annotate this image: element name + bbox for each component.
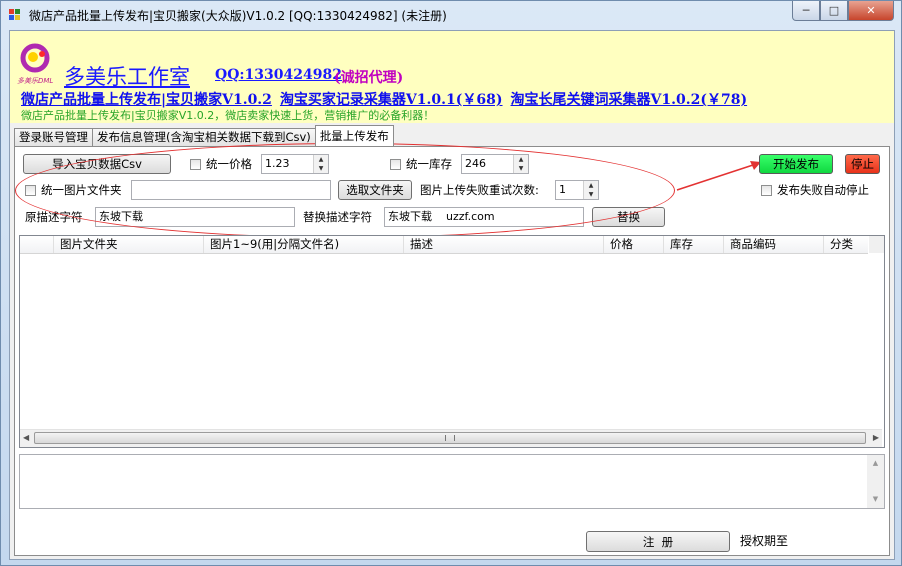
- spin-down-icon[interactable]: ▼: [514, 164, 528, 173]
- scroll-grip-icon: [445, 435, 455, 441]
- orig-desc-input[interactable]: 东坡下载: [95, 207, 295, 227]
- grid-col-price[interactable]: 价格: [604, 236, 664, 253]
- spinner-arrows[interactable]: ▲ ▼: [583, 181, 598, 199]
- tab-strip: 登录账号管理 发布信息管理(含淘宝相关数据下载到Csv) 批量上传发布: [14, 125, 394, 146]
- title-bar[interactable]: 微店产品批量上传发布|宝贝搬家(大众版)V1.0.2 [QQ:133042498…: [1, 1, 901, 29]
- studio-logo: 多美乐DML: [16, 43, 54, 87]
- banner: 多美乐DML 多美乐工作室 QQ:1330424982 (诚招代理) 微店产品批…: [10, 31, 894, 123]
- scroll-left-icon[interactable]: ◀: [23, 433, 29, 442]
- grid-header-rowselector: [20, 236, 54, 253]
- spinner-arrows[interactable]: ▲ ▼: [513, 155, 528, 173]
- client-area: 多美乐DML 多美乐工作室 QQ:1330424982 (诚招代理) 微店产品批…: [9, 30, 895, 560]
- retry-label: 图片上传失败重试次数:: [420, 183, 539, 197]
- unify-price-label: 统一价格: [206, 157, 252, 171]
- unify-price-stepper[interactable]: 1.23 ▲ ▼: [261, 154, 329, 174]
- unify-stock-label: 统一库存: [406, 157, 452, 171]
- register-button[interactable]: 注 册: [586, 531, 730, 552]
- maximize-icon[interactable]: □: [820, 1, 848, 21]
- orig-desc-label: 原描述字符: [25, 210, 83, 224]
- scroll-right-icon[interactable]: ▶: [873, 433, 879, 442]
- log-scrollbar[interactable]: ▲ ▼: [867, 455, 884, 508]
- retry-stepper[interactable]: 1 ▲ ▼: [555, 180, 599, 200]
- checkbox-box[interactable]: [25, 184, 36, 196]
- scroll-down-icon[interactable]: ▼: [867, 495, 884, 503]
- window-title: 微店产品批量上传发布|宝贝搬家(大众版)V1.0.2 [QQ:133042498…: [29, 9, 447, 23]
- grid-col-image-folder[interactable]: 图片文件夹: [54, 236, 204, 253]
- unify-price-checkbox[interactable]: 统一价格: [190, 154, 252, 174]
- qq-link[interactable]: QQ:1330424982: [215, 67, 342, 83]
- grid-col-images[interactable]: 图片1~9(用|分隔文件名): [204, 236, 404, 253]
- select-folder-button[interactable]: 选取文件夹: [338, 180, 412, 200]
- unify-stock-checkbox[interactable]: 统一库存: [390, 154, 452, 174]
- spin-up-icon[interactable]: ▲: [584, 181, 598, 190]
- auto-stop-label: 发布失败自动停止: [777, 183, 869, 197]
- spinner-arrows[interactable]: ▲ ▼: [313, 155, 328, 173]
- scroll-up-icon[interactable]: ▲: [867, 459, 884, 467]
- stop-button[interactable]: 停止: [845, 154, 880, 174]
- unify-stock-stepper[interactable]: 246 ▲ ▼: [461, 154, 529, 174]
- product-grid[interactable]: 图片文件夹 图片1~9(用|分隔文件名) 描述 价格 库存 商品编码 分类 ◀ …: [19, 235, 885, 448]
- replace-desc-input[interactable]: 东坡下载 uzzf.com: [384, 207, 584, 227]
- license-expiry-label: 授权期至: [740, 534, 789, 548]
- import-csv-button[interactable]: 导入宝贝数据Csv: [23, 154, 171, 174]
- minimize-icon[interactable]: ─: [792, 1, 820, 21]
- window-controls: ─ □ ✕: [792, 1, 894, 21]
- link-weidian-uploader[interactable]: 微店产品批量上传发布|宝贝搬家V1.0.2: [21, 89, 272, 109]
- grid-col-stock[interactable]: 库存: [664, 236, 724, 253]
- replace-button[interactable]: 替换: [592, 207, 665, 227]
- link-buyer-collector[interactable]: 淘宝买家记录采集器V1.0.1(￥68): [280, 89, 503, 109]
- checkbox-box[interactable]: [190, 158, 201, 170]
- log-textarea[interactable]: ▲ ▼: [19, 454, 885, 509]
- scroll-thumb[interactable]: [34, 432, 866, 444]
- link-keyword-collector[interactable]: 淘宝长尾关键词采集器V1.0.2(￥78): [511, 89, 748, 109]
- tab-publish-info[interactable]: 发布信息管理(含淘宝相关数据下载到Csv): [92, 128, 316, 146]
- spin-up-icon[interactable]: ▲: [314, 155, 328, 164]
- unify-image-folder-label: 统一图片文件夹: [41, 183, 122, 197]
- checkbox-box[interactable]: [390, 158, 401, 170]
- auto-stop-checkbox[interactable]: 发布失败自动停止: [761, 180, 869, 200]
- replace-desc-label: 替换描述字符: [303, 210, 372, 224]
- unify-stock-value: 246: [465, 157, 486, 170]
- studio-name[interactable]: 多美乐工作室: [64, 61, 190, 91]
- batch-upload-panel: 导入宝贝数据Csv 统一价格 1.23 ▲ ▼ 统一库存 246 ▲ ▼ 统一图…: [14, 143, 890, 556]
- retry-value: 1: [559, 183, 566, 196]
- grid-col-description[interactable]: 描述: [404, 236, 604, 253]
- product-links: 微店产品批量上传发布|宝贝搬家V1.0.2 淘宝买家记录采集器V1.0.1(￥6…: [21, 89, 755, 109]
- grid-scroll-corner: [869, 236, 884, 253]
- spin-down-icon[interactable]: ▼: [314, 164, 328, 173]
- start-publish-button[interactable]: 开始发布: [759, 154, 833, 174]
- close-icon[interactable]: ✕: [848, 1, 894, 21]
- unify-price-value: 1.23: [265, 157, 290, 170]
- app-icon: [9, 9, 21, 21]
- image-folder-input[interactable]: [131, 180, 331, 200]
- logo-text: 多美乐DML: [17, 77, 53, 85]
- recruit-text: (诚招代理): [334, 70, 404, 86]
- grid-horizontal-scrollbar[interactable]: ◀ ▶: [20, 429, 882, 447]
- unify-image-folder-checkbox[interactable]: 统一图片文件夹: [25, 180, 122, 200]
- spin-up-icon[interactable]: ▲: [514, 155, 528, 164]
- grid-header: 图片文件夹 图片1~9(用|分隔文件名) 描述 价格 库存 商品编码 分类: [20, 236, 884, 254]
- tab-account[interactable]: 登录账号管理: [14, 128, 93, 146]
- slogan: 微店产品批量上传发布|宝贝搬家V1.0.2，微店卖家快速上货，营销推广的必备利器…: [21, 109, 435, 122]
- app-window: 微店产品批量上传发布|宝贝搬家(大众版)V1.0.2 [QQ:133042498…: [0, 0, 902, 566]
- tab-batch-upload[interactable]: 批量上传发布: [314, 125, 394, 146]
- checkbox-box[interactable]: [761, 184, 772, 196]
- grid-col-product-code[interactable]: 商品编码: [724, 236, 824, 253]
- spin-down-icon[interactable]: ▼: [584, 190, 598, 199]
